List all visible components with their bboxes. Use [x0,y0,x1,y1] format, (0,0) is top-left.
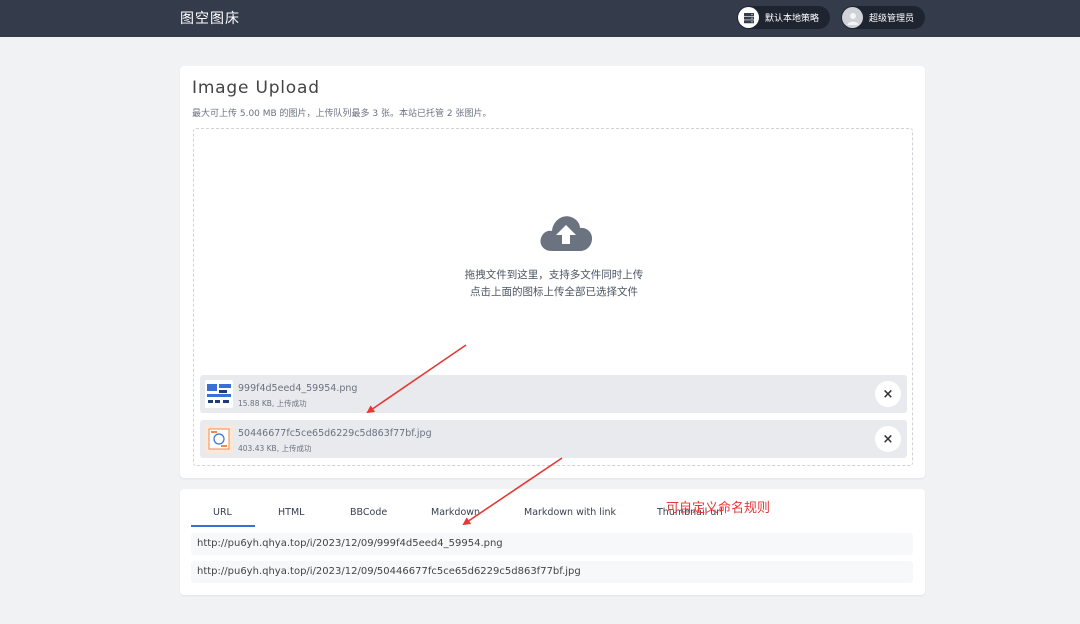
tab-markdown-with-link[interactable]: Markdown with link [524,507,616,518]
link-format-tabs: URL HTML BBCode Markdown Markdown with l… [191,501,911,527]
storage-strategy-button[interactable]: 默认本地策略 [737,6,830,29]
user-label: 超级管理员 [869,14,915,24]
link-output-row[interactable]: http://pu6yh.qhya.top/i/2023/12/09/50446… [191,561,913,583]
page-title: Image Upload [192,78,320,98]
user-menu-button[interactable]: 超级管理员 [841,6,925,29]
avatar-icon [842,7,863,28]
drop-hint-line-1: 拖拽文件到这里，支持多文件同时上传 [464,269,644,281]
file-item: 999f4d5eed4_59954.png 15.88 KB, 上传成功 × [200,375,907,413]
file-name: 999f4d5eed4_59954.png [238,383,358,394]
links-card: URL HTML BBCode Markdown Markdown with l… [180,489,925,595]
file-name: 50446677fc5ce65d6229c5d863f77bf.jpg [238,428,432,439]
file-status: 15.88 KB, 上传成功 [238,399,307,408]
active-tab-indicator [191,525,255,527]
site-brand[interactable]: 图空图床 [180,8,240,28]
upload-dropzone[interactable]: 拖拽文件到这里，支持多文件同时上传 点击上面的图标上传全部已选择文件 999f4… [193,128,913,466]
tab-markdown[interactable]: Markdown [431,507,480,518]
file-item: 50446677fc5ce65d6229c5d863f77bf.jpg 403.… [200,420,907,458]
link-output-row[interactable]: http://pu6yh.qhya.top/i/2023/12/09/999f4… [191,533,913,555]
file-thumbnail [205,380,233,408]
upload-limits-text: 最大可上传 5.00 MB 的图片，上传队列最多 3 张。本站已托管 2 张图片… [192,109,492,119]
server-icon [738,7,759,28]
remove-file-button[interactable]: × [875,381,901,407]
tab-html[interactable]: HTML [278,507,304,518]
file-thumbnail [205,425,233,453]
file-status: 403.43 KB, 上传成功 [238,444,312,453]
top-navbar: 图空图床 默认本地策略 超级管理员 [0,0,1080,37]
tab-bbcode[interactable]: BBCode [350,507,387,518]
drop-hint-line-2: 点击上面的图标上传全部已选择文件 [470,286,638,298]
storage-strategy-label: 默认本地策略 [765,14,820,24]
cloud-upload-icon[interactable] [538,211,594,253]
upload-card: Image Upload 最大可上传 5.00 MB 的图片，上传队列最多 3 … [180,66,925,478]
tab-url[interactable]: URL [213,507,232,518]
annotation-note: 可自定义命名规则 [666,501,771,516]
remove-file-button[interactable]: × [875,426,901,452]
